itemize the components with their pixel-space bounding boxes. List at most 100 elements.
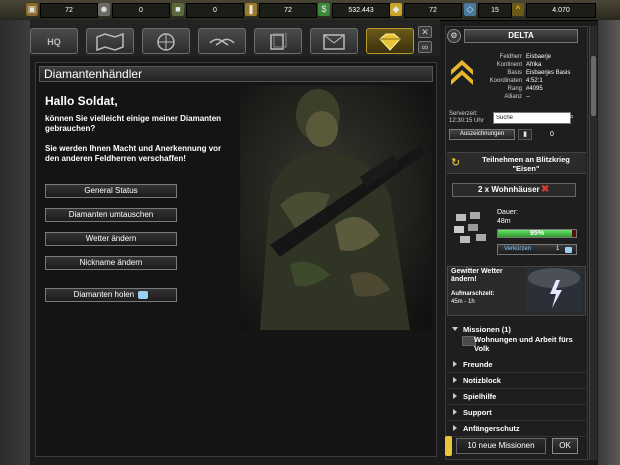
missions-label: Missionen (1) xyxy=(463,325,511,334)
mission-item[interactable]: Wohnungen und Arbeit fürs Volk xyxy=(474,335,584,353)
label-basis: Basis xyxy=(507,70,522,76)
resource-bar: ▣ 72 ☻ 0 ■ 0 ❚ 72 $ 532.443 ◆ 72 ◇ 15 ^ … xyxy=(0,0,620,21)
housing-icon xyxy=(454,212,486,243)
help-label: Spielhilfe xyxy=(463,392,497,401)
label-kontinent: Kontinent xyxy=(496,62,522,68)
expand-arrow-icon xyxy=(453,425,457,431)
value-allianz: -- xyxy=(526,94,530,100)
notification-marker xyxy=(445,436,452,456)
settings-icon[interactable]: ∞ xyxy=(418,41,432,53)
award-medal-icon: ▮ xyxy=(518,129,532,140)
value-koordinaten: 4:52:1 xyxy=(526,78,543,84)
build-progress-text: 95% xyxy=(529,230,544,237)
resume-value: 45m - 1h xyxy=(451,299,475,305)
cancel-build-icon[interactable]: ✖ xyxy=(541,184,549,195)
tank-icon: ■ xyxy=(172,3,184,16)
main-nav: HQ ✕ ∞ xyxy=(30,20,440,56)
resource-tanks: 0 xyxy=(186,3,244,18)
resume-label: Aufmarschzeit: xyxy=(451,291,495,297)
server-time-label: Serverzeit: xyxy=(449,111,478,117)
ok-button[interactable]: OK xyxy=(552,438,578,454)
section-friends[interactable]: Freunde xyxy=(447,357,586,373)
value-rang: #4095 xyxy=(526,86,543,92)
expand-arrow-icon xyxy=(453,377,457,383)
server-time: 12:30:15 Uhr xyxy=(449,118,484,124)
expand-arrow-icon xyxy=(453,361,457,367)
thunderstorm-icon xyxy=(526,268,582,312)
resource-gold: 72 xyxy=(404,3,462,18)
left-background xyxy=(0,20,30,465)
nav-mail-button[interactable] xyxy=(310,28,358,54)
player-name: DELTA xyxy=(464,29,578,43)
nav-documents-button[interactable] xyxy=(254,28,302,54)
section-support[interactable]: Support xyxy=(447,405,586,421)
beginner-label: Anfängerschutz xyxy=(463,424,520,433)
nav-diamond-button[interactable] xyxy=(366,28,414,54)
nav-globe-button[interactable] xyxy=(142,28,190,54)
nav-hq-button[interactable]: HQ xyxy=(30,28,78,54)
section-notepad[interactable]: Notizblock xyxy=(447,373,586,389)
greeting: Hallo Soldat, xyxy=(45,94,118,108)
nav-handshake-button[interactable] xyxy=(198,28,246,54)
profile-settings-icon[interactable]: ⚙ xyxy=(447,29,461,43)
section-help[interactable]: Spielhilfe xyxy=(447,389,586,405)
new-missions-text: 10 neue Missionen xyxy=(456,438,546,454)
weather-title: Gewitter Wetter ändern! xyxy=(451,268,503,283)
value-basis: Eisbaerjes Basis xyxy=(526,70,571,76)
resource-rank: 4.070 xyxy=(526,3,596,18)
ammo-icon: ❚ xyxy=(245,3,257,16)
label-rang: Rang xyxy=(507,86,522,92)
gold-icon: ◆ xyxy=(390,3,402,16)
change-nickname-button[interactable]: Nickname ändern xyxy=(45,256,177,270)
search-icon[interactable]: ⌕ xyxy=(569,111,574,122)
shorten-button[interactable]: Verkürzen 1 xyxy=(497,244,577,255)
exchange-diamonds-button[interactable]: Diamanten umtauschen xyxy=(45,208,177,222)
change-weather-button[interactable]: Wetter ändern xyxy=(45,232,177,246)
general-status-button[interactable]: General Status xyxy=(45,184,177,198)
value-feldherr: Eisbaerje xyxy=(526,54,552,60)
mail-icon xyxy=(323,34,345,50)
section-beginner-protection[interactable]: Anfängerschutz xyxy=(447,421,586,437)
blitzkrieg-icon: ↻ xyxy=(451,157,461,169)
duration-value: 48m xyxy=(497,218,511,225)
intro-text: können Sie vielleicht einige meiner Diam… xyxy=(45,114,222,133)
search-input[interactable] xyxy=(493,112,571,124)
sidebar-scrollbar[interactable] xyxy=(589,26,597,460)
shorten-cost: 1 xyxy=(556,246,560,252)
resource-soldiers: 0 xyxy=(112,3,170,18)
shorten-label: Verkürzen xyxy=(504,246,532,252)
close-icon[interactable]: ✕ xyxy=(418,26,432,38)
expand-arrow-icon xyxy=(453,393,457,399)
awards-button[interactable]: Auszeichnungen xyxy=(449,129,515,140)
nav-map-button[interactable] xyxy=(86,28,134,54)
notepad-label: Notizblock xyxy=(463,376,501,385)
diamond-nav-icon xyxy=(379,33,401,51)
label-allianz: Allianz xyxy=(504,94,522,100)
get-diamonds-label: Diamanten holen xyxy=(73,290,135,299)
soldier-illustration xyxy=(240,85,432,330)
right-background xyxy=(598,20,620,465)
get-diamonds-button[interactable]: Diamanten holen xyxy=(45,288,177,302)
documents-icon xyxy=(270,32,287,50)
resource-money: 532.443 xyxy=(332,3,390,18)
build-item-label: 2 x Wohnhäuser xyxy=(478,185,540,194)
money-icon: $ xyxy=(318,3,330,16)
resource-ammo: 72 xyxy=(259,3,317,18)
value-kontinent: Afrika xyxy=(526,62,542,68)
label-feldherr: Feldherr xyxy=(499,54,522,60)
handshake-icon xyxy=(209,38,235,46)
scrollbar-thumb[interactable] xyxy=(591,56,596,116)
soldier-icon: ☻ xyxy=(98,3,110,16)
friends-label: Freunde xyxy=(463,360,493,369)
diamond-icon xyxy=(565,247,572,253)
panel-title: Diamantenhändler xyxy=(39,66,433,82)
crate-icon: ▣ xyxy=(26,3,38,16)
resource-diamonds: 15 xyxy=(478,3,512,18)
awards-count: 0 xyxy=(550,131,554,138)
pitch-text: Sie werden Ihnen Macht und Anerkennung v… xyxy=(45,144,222,163)
map-icon xyxy=(96,32,124,52)
support-label: Support xyxy=(463,408,492,417)
expand-arrow-icon xyxy=(453,409,457,415)
rank-icon: ^ xyxy=(512,3,524,16)
diamond-icon xyxy=(138,290,149,299)
